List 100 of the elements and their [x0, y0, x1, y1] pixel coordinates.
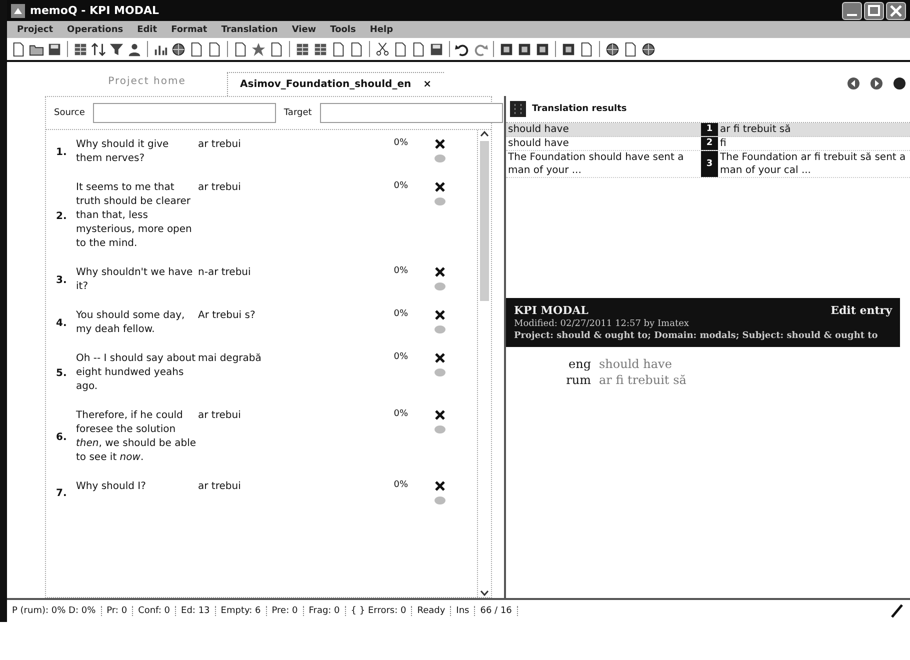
target-text[interactable]: ar trebui — [198, 480, 338, 506]
result-index: 3 — [701, 151, 718, 177]
target-text[interactable]: ar trebui — [198, 138, 338, 166]
document-icon[interactable] — [411, 42, 426, 56]
result-index: 1 — [701, 123, 718, 136]
status-item: { } Errors: 0 — [346, 606, 412, 616]
segment-number: 4. — [55, 318, 68, 328]
globe-icon[interactable] — [605, 42, 620, 56]
edit-entry-link[interactable]: Edit entry — [830, 304, 892, 317]
menu-item[interactable]: Operations — [67, 24, 124, 34]
status-item: Pre: 0 — [266, 606, 304, 616]
scroll-up-icon[interactable] — [480, 130, 489, 137]
document-icon[interactable] — [189, 42, 204, 56]
source-text[interactable]: Why shouldn't we have it? — [76, 266, 198, 294]
status-item: Frag: 0 — [304, 606, 346, 616]
segment-number: 7. — [55, 488, 68, 498]
document-icon[interactable] — [269, 42, 284, 56]
menu-item[interactable]: View — [292, 24, 316, 34]
term-text: should have — [599, 357, 673, 371]
document-icon[interactable] — [233, 42, 248, 56]
document-icon[interactable] — [331, 42, 346, 56]
star-icon[interactable] — [251, 42, 266, 56]
menu-item[interactable]: Help — [370, 24, 394, 34]
language-code: eng — [567, 357, 591, 371]
target-text[interactable]: n-ar trebui — [198, 266, 338, 294]
grid-icon[interactable] — [295, 42, 310, 56]
status-item: Pr: 0 — [102, 606, 134, 616]
square-icon[interactable] — [561, 42, 576, 56]
close-button[interactable] — [886, 2, 906, 20]
segment-number: 5. — [55, 368, 68, 378]
match-rate: 0% — [392, 138, 409, 150]
grid-icon[interactable] — [73, 42, 88, 56]
target-text[interactable]: mai degrabă — [198, 352, 338, 394]
scissors-icon[interactable] — [375, 42, 390, 56]
status-item: Ready — [412, 606, 452, 616]
source-text[interactable]: Therefore, if he could foresee the solution then, we should be able to see it now. — [76, 409, 198, 465]
window-title: memoQ - KPI MODAL — [30, 4, 159, 17]
target-text[interactable]: Ar trebui s? — [198, 309, 338, 337]
status-item: Ins — [451, 606, 476, 616]
entry-title: KPI MODAL — [514, 304, 588, 317]
source-text[interactable]: It seems to me that truth should be clearer than that, less mysterious, more open to the mind. — [76, 181, 198, 251]
menu-item[interactable]: Tools — [330, 24, 356, 34]
target-filter-field[interactable] — [320, 103, 503, 123]
scrollbar-thumb[interactable] — [480, 141, 489, 301]
document-icon[interactable] — [11, 42, 26, 56]
term-text: ar fi trebuit să — [599, 373, 688, 387]
status-item: Conf: 0 — [133, 606, 176, 616]
match-rate: 0% — [392, 266, 409, 278]
cross-icon — [434, 409, 446, 421]
pen-icon — [890, 604, 904, 618]
square-icon[interactable] — [499, 42, 514, 56]
menu-item[interactable]: Translation — [221, 24, 278, 34]
app-icon — [11, 4, 25, 18]
sort-arrows-icon[interactable] — [91, 42, 106, 56]
next-icon[interactable] — [870, 77, 883, 90]
person-icon[interactable] — [127, 42, 142, 56]
segment-number: 3. — [55, 274, 68, 286]
modified-info: Modified: 02/27/2011 12:57 by Imatex — [514, 319, 690, 329]
source-text[interactable]: You should some day, my deah fellow. — [76, 309, 198, 337]
minimize-button[interactable] — [842, 2, 862, 20]
square-icon[interactable] — [517, 42, 532, 56]
result-index: 2 — [701, 137, 718, 150]
result-target: ar fi trebuit să — [719, 123, 792, 136]
menu-item[interactable]: Project — [17, 24, 54, 34]
match-rate: 0% — [392, 352, 409, 364]
square-icon[interactable] — [535, 42, 550, 56]
target-text[interactable]: ar trebui — [198, 409, 338, 465]
cross-icon — [434, 266, 446, 278]
grid-icon[interactable] — [313, 42, 328, 56]
status-item: P (rum): 0% D: 0% — [7, 606, 102, 616]
result-row[interactable]: should have 2 fi — [506, 137, 910, 151]
globe-icon[interactable] — [641, 42, 656, 56]
menu-item[interactable]: Edit — [137, 24, 158, 34]
previous-icon[interactable] — [847, 77, 860, 90]
document-icon[interactable] — [207, 42, 222, 56]
document-icon[interactable] — [623, 42, 638, 56]
menu-item[interactable]: Format — [171, 24, 208, 34]
language-code: rum — [565, 373, 591, 387]
document-icon[interactable] — [579, 42, 594, 56]
document-icon[interactable] — [393, 42, 408, 56]
project-info: Project: should & ought to; Domain: modals; Subject: should & ought to — [514, 331, 879, 341]
tab[interactable]: Asimov_Foundation_should_en × — [227, 72, 444, 96]
document-icon[interactable] — [349, 42, 364, 56]
status-item: Empty: 6 — [216, 606, 267, 616]
result-source: The Foundation should have sent a man of your ... — [507, 151, 685, 177]
tab[interactable]: Project home — [67, 70, 227, 93]
match-rate: 0% — [392, 409, 409, 421]
scroll-down-icon[interactable] — [480, 590, 489, 597]
match-rate: 0% — [392, 480, 409, 492]
maximize-button[interactable] — [864, 2, 884, 20]
funnel-icon[interactable] — [109, 42, 124, 56]
result-row[interactable]: should have 1 ar fi trebuit să — [506, 123, 910, 137]
result-row[interactable]: The Foundation should have sent a man of your ... 3 The Foundation ar fi trebuit să sent a man of your cal ... — [506, 151, 910, 178]
source-text[interactable]: Why should I? — [76, 480, 198, 506]
source-text[interactable]: Why should it give them nerves? — [76, 138, 198, 166]
source-filter-field[interactable] — [92, 103, 276, 123]
match-rate: 0% — [392, 181, 409, 193]
source-text[interactable]: Oh -- I should say about eight hundwed yeahs ago. — [76, 352, 198, 394]
globe-icon[interactable] — [171, 42, 186, 56]
target-text[interactable]: ar trebui — [198, 181, 338, 251]
